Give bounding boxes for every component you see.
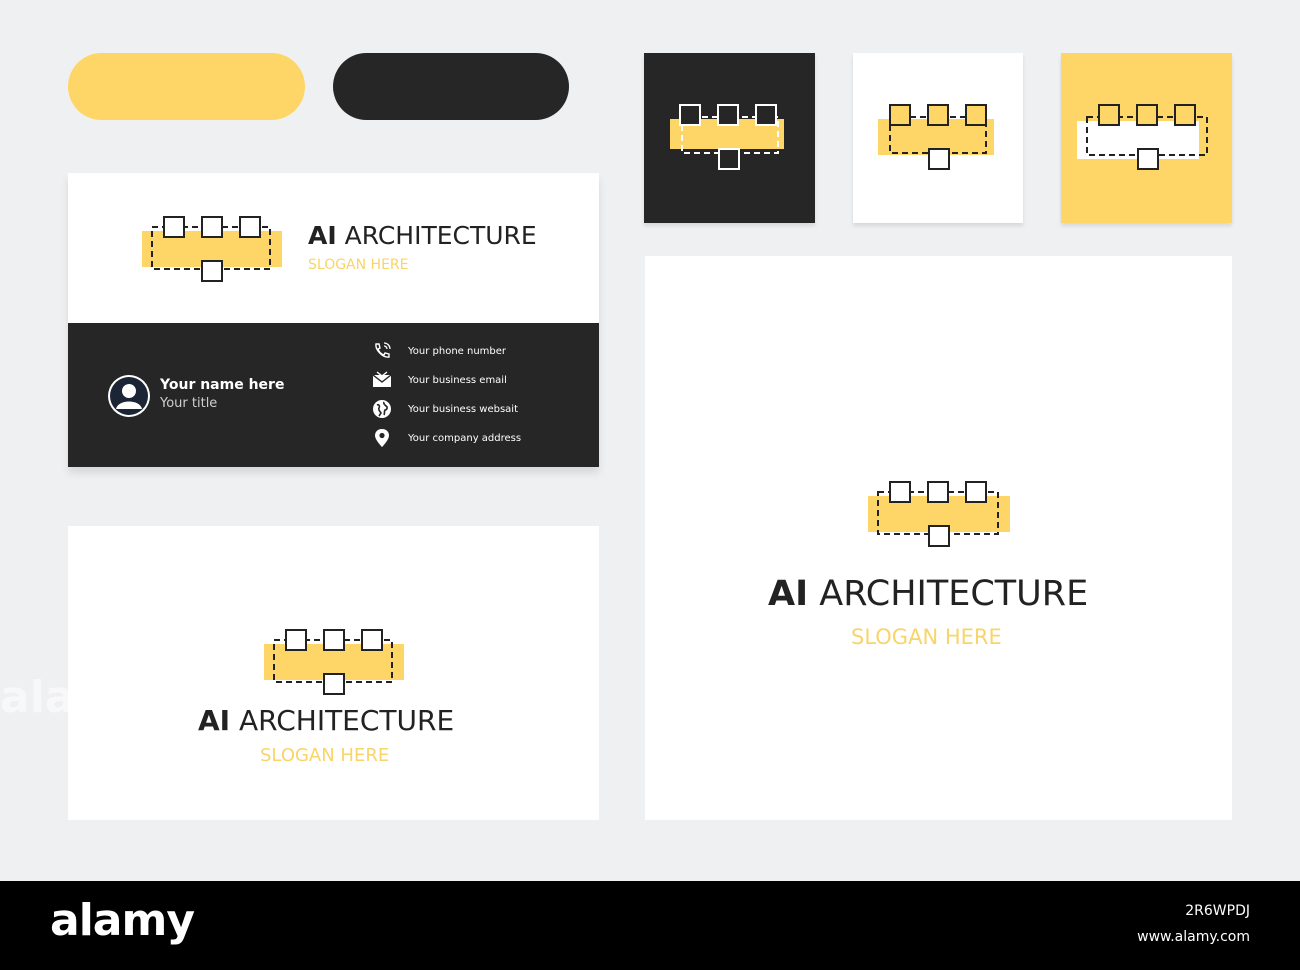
logo-card-large: AI ARCHITECTURE SLOGAN HERE [645, 256, 1232, 820]
brand-name-bold: AI [768, 574, 809, 614]
logo-mark-icon [670, 104, 784, 170]
location-pin-icon [375, 429, 389, 447]
footer-logo: alamy [50, 895, 195, 946]
logo-mark-icon [878, 104, 994, 170]
footer-image-id: 2R6WPDJ [1185, 903, 1250, 919]
white-swatch [853, 53, 1023, 223]
contact-email: Your business email [370, 368, 507, 392]
brand-name-light: ARCHITECTURE [344, 221, 537, 250]
brand-name-light: ARCHITECTURE [239, 704, 455, 737]
brand-name-bold: AI [308, 221, 337, 250]
brand-name-bold: AI [198, 704, 231, 737]
brand-name: AI ARCHITECTURE [198, 704, 454, 737]
brand-slogan: SLOGAN HERE [308, 257, 409, 273]
yellow-color-pill [68, 53, 305, 120]
footer-site: www.alamy.com [1137, 929, 1250, 945]
brand-slogan: SLOGAN HERE [260, 745, 390, 766]
avatar [108, 375, 150, 417]
yellow-swatch [1061, 53, 1232, 223]
contact-phone-label: Your phone number [408, 345, 507, 357]
contact-website: Your business websait [370, 397, 518, 421]
contact-address-label: Your company address [408, 432, 522, 444]
contact-phone: Your phone number [370, 339, 506, 363]
logo-mark-icon [868, 481, 1010, 547]
person-title: Your title [160, 396, 218, 411]
contact-website-label: Your business websait [408, 403, 519, 415]
contact-email-label: Your business email [408, 374, 507, 386]
brand-name: AI ARCHITECTURE [308, 221, 537, 250]
logo-mark-icon [264, 629, 404, 695]
envelope-icon [372, 371, 392, 387]
contact-address: Your company address [370, 426, 521, 450]
business-card: AI ARCHITECTURE SLOGAN HERE Your name he… [68, 173, 599, 467]
person-name: Your name here [160, 377, 285, 393]
brand-name: AI ARCHITECTURE [768, 574, 1088, 614]
footer-bar: alamy 2R6WPDJ www.alamy.com [0, 881, 1300, 970]
globe-icon [373, 400, 391, 418]
logo-mark-icon [1077, 104, 1208, 170]
watermark: alamy [0, 672, 149, 723]
dark-color-pill [333, 53, 569, 120]
dark-swatch [644, 53, 815, 223]
user-icon [110, 377, 148, 415]
logo-mark-icon [142, 216, 282, 282]
brand-slogan: SLOGAN HERE [851, 625, 1002, 649]
phone-icon [375, 342, 391, 358]
brand-name-light: ARCHITECTURE [819, 574, 1089, 614]
